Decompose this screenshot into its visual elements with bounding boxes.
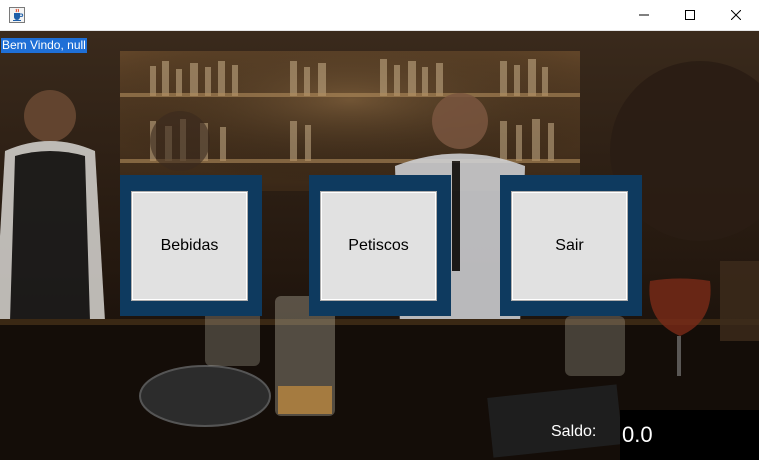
bebidas-tile: Bebidas [120,175,262,316]
main-panel: Bem Vindo, null Bebidas Petiscos Sair Sa… [0,31,759,460]
petiscos-button[interactable]: Petiscos [320,191,437,301]
saldo-label: Saldo: [551,423,597,440]
petiscos-tile: Petiscos [309,175,451,316]
minimize-button[interactable] [621,0,667,30]
minimize-icon [639,14,649,16]
saldo-display: 0.0 [620,410,759,460]
bebidas-button[interactable]: Bebidas [131,191,248,301]
sair-button[interactable]: Sair [511,191,628,301]
close-button[interactable] [713,0,759,30]
close-icon [731,10,741,20]
title-bar[interactable] [0,0,759,31]
saldo-value: 0.0 [622,422,653,447]
welcome-label: Bem Vindo, null [1,38,87,53]
java-coffee-icon [9,7,25,23]
sair-tile: Sair [500,175,642,316]
maximize-button[interactable] [667,0,713,30]
app-window: Bem Vindo, null Bebidas Petiscos Sair Sa… [0,0,759,460]
maximize-icon [685,10,695,20]
